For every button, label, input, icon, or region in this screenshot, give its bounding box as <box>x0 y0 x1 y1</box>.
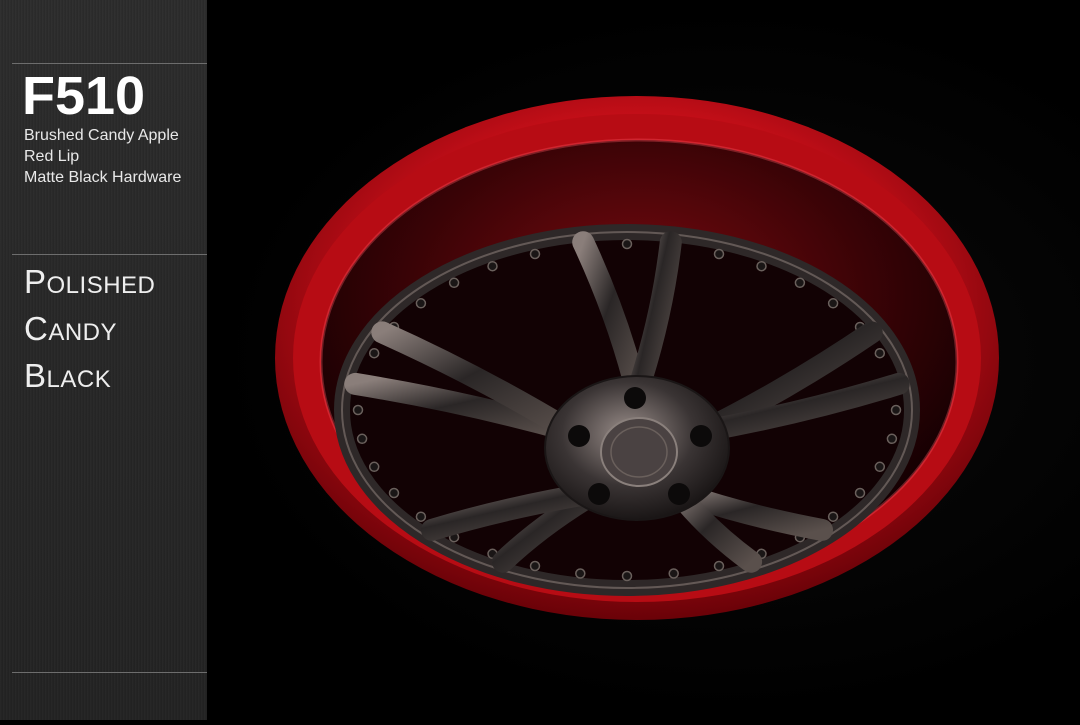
wheel-illustration <box>275 96 999 620</box>
rivet <box>827 511 839 522</box>
rivet <box>874 347 886 359</box>
finish-word-2-rest: ANDY <box>48 319 118 346</box>
spec-line-1: Brushed Candy Apple <box>24 127 179 144</box>
rivet <box>368 461 380 473</box>
rivet <box>890 404 902 416</box>
bottom-divider <box>12 672 207 673</box>
rivet <box>487 260 498 272</box>
rivet <box>415 511 427 522</box>
rivet <box>388 487 400 499</box>
rivet <box>886 433 898 445</box>
rivet <box>854 487 866 499</box>
finish-word-2: CANDY <box>24 312 117 350</box>
rivet <box>415 298 427 309</box>
rivet <box>448 277 460 289</box>
rivet <box>713 560 725 572</box>
rivet <box>352 404 364 416</box>
rivet <box>874 461 886 473</box>
middle-divider <box>12 254 207 255</box>
spec-line-3: Matte Black Hardware <box>24 169 182 186</box>
sidebar-panel: F510 Brushed Candy Apple Red Lip Matte B… <box>0 0 207 720</box>
rivet <box>794 277 806 289</box>
rivet <box>668 568 679 579</box>
spec-line-2: Red Lip <box>24 148 80 165</box>
finish-word-3-rest: LACK <box>46 366 112 393</box>
finish-word-1: POLISHED <box>24 265 155 303</box>
rivet <box>756 260 767 272</box>
rivet <box>621 238 633 250</box>
top-divider <box>12 63 207 64</box>
rivet <box>713 248 725 260</box>
finish-word-1-initial: P <box>24 263 47 300</box>
rivet <box>575 568 586 579</box>
hub <box>544 375 730 521</box>
finish-word-3: BLACK <box>24 359 111 397</box>
rivet <box>368 347 380 359</box>
finish-word-3-initial: B <box>24 357 47 394</box>
rivet <box>827 298 839 309</box>
rivet <box>529 560 541 572</box>
rivet <box>621 570 633 582</box>
finish-word-1-rest: OLISHED <box>46 272 156 299</box>
finish-word-2-initial: C <box>24 310 49 347</box>
model-title: F510 <box>22 66 146 126</box>
rivet <box>356 433 368 445</box>
center-cap <box>600 417 678 487</box>
rivet <box>529 248 541 260</box>
wheel-photo <box>207 0 1080 720</box>
